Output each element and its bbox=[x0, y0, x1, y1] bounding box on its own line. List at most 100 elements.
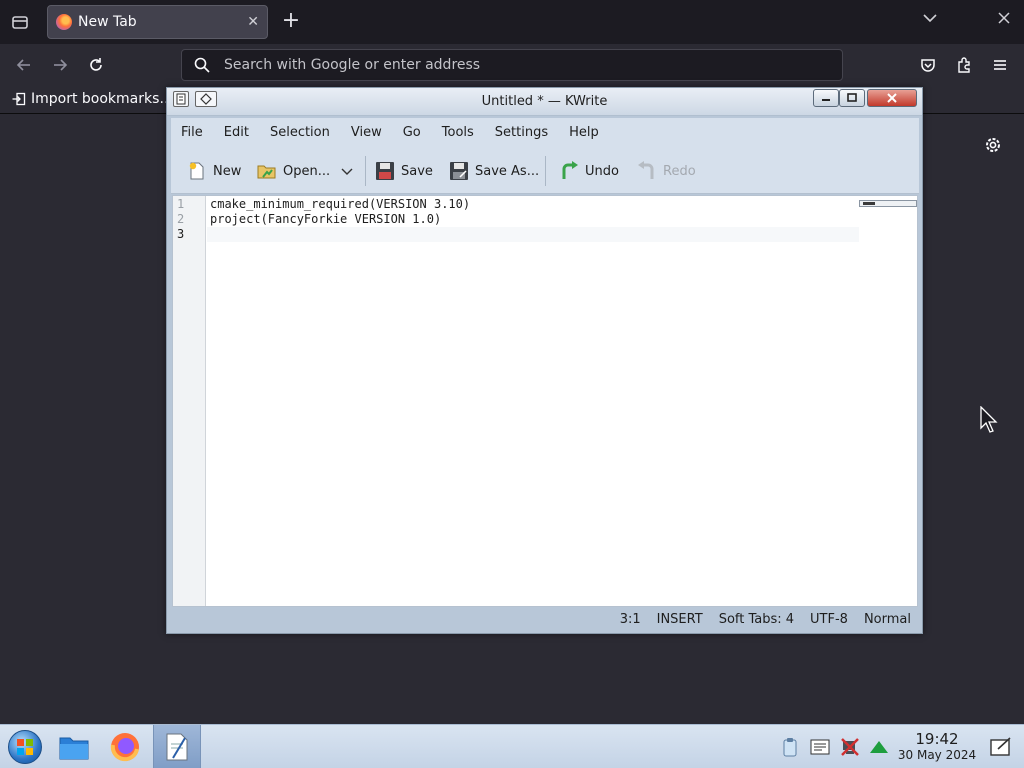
toolbar-separator bbox=[545, 156, 546, 186]
save-button[interactable]: Save bbox=[375, 158, 433, 184]
import-bookmarks-label: Import bookmarks… bbox=[31, 91, 174, 107]
input-mode[interactable]: Normal bbox=[864, 612, 911, 627]
notes-icon bbox=[810, 739, 830, 755]
undo-label: Undo bbox=[585, 163, 619, 179]
desktop-icon bbox=[990, 737, 1011, 756]
arrow-left-icon bbox=[16, 59, 30, 71]
toolbar-separator bbox=[365, 156, 366, 186]
open-button[interactable]: Open... bbox=[257, 158, 330, 184]
encoding[interactable]: UTF-8 bbox=[810, 612, 848, 627]
menu-view[interactable]: View bbox=[351, 125, 382, 140]
show-desktop-button[interactable] bbox=[989, 735, 1013, 759]
tray-notes[interactable] bbox=[810, 737, 830, 757]
redo-icon bbox=[637, 161, 657, 181]
undo-button[interactable]: Undo bbox=[559, 158, 619, 184]
extensions-button[interactable] bbox=[952, 53, 976, 77]
redo-label: Redo bbox=[663, 163, 696, 179]
app-menu-button[interactable] bbox=[988, 53, 1012, 77]
mouse-cursor-icon bbox=[980, 406, 998, 433]
minimize-button[interactable] bbox=[813, 89, 839, 107]
close-icon bbox=[887, 93, 897, 103]
minimap-marker bbox=[863, 202, 875, 205]
close-icon bbox=[998, 12, 1010, 24]
new-button[interactable]: New bbox=[187, 158, 241, 184]
new-label: New bbox=[213, 163, 242, 179]
line-number: 1 bbox=[177, 197, 185, 211]
maximize-icon bbox=[847, 93, 857, 102]
reload-icon bbox=[90, 58, 102, 71]
save-as-icon bbox=[449, 161, 469, 181]
open-folder-icon bbox=[257, 161, 277, 181]
edit-mode[interactable]: INSERT bbox=[657, 612, 703, 627]
open-label: Open... bbox=[283, 163, 331, 179]
menu-selection[interactable]: Selection bbox=[270, 125, 330, 140]
status-bar: 3:1 INSERT Soft Tabs: 4 UTF-8 Normal bbox=[171, 608, 919, 630]
open-recent-dropdown[interactable] bbox=[341, 158, 353, 184]
minimap-scrollbar[interactable] bbox=[859, 200, 917, 207]
close-button[interactable] bbox=[867, 89, 917, 107]
chevron-down-icon bbox=[341, 168, 353, 175]
tab-list-button[interactable] bbox=[8, 10, 32, 34]
list-all-tabs-button[interactable] bbox=[922, 10, 938, 30]
new-tab-button[interactable]: + bbox=[280, 10, 302, 34]
menu-settings[interactable]: Settings bbox=[495, 125, 548, 140]
clock[interactable]: 19:42 30 May 2024 bbox=[896, 731, 978, 763]
menu-file[interactable]: File bbox=[181, 125, 203, 140]
pocket-button[interactable] bbox=[916, 53, 940, 77]
tab-list-icon bbox=[12, 16, 28, 29]
new-document-icon bbox=[187, 161, 207, 181]
firefox-icon bbox=[56, 14, 72, 30]
chevron-down-icon bbox=[923, 14, 937, 23]
start-button[interactable] bbox=[8, 730, 42, 764]
browser-tab-bar: New Tab ✕ + bbox=[0, 0, 1024, 44]
close-tab-icon[interactable]: ✕ bbox=[247, 14, 259, 30]
clipboard-icon bbox=[783, 738, 797, 757]
code-line[interactable]: cmake_minimum_required(VERSION 3.10) bbox=[210, 197, 470, 211]
taskbar-kwrite[interactable] bbox=[153, 725, 201, 768]
taskbar: 19:42 30 May 2024 bbox=[0, 724, 1024, 768]
gear-icon bbox=[986, 138, 1000, 152]
kwrite-menubar: File Edit Selection View Go Tools Settin… bbox=[171, 118, 919, 146]
arrow-right-icon bbox=[54, 59, 68, 71]
reload-button[interactable] bbox=[84, 53, 108, 77]
window-close-button[interactable] bbox=[997, 10, 1011, 29]
redo-button[interactable]: Redo bbox=[637, 158, 696, 184]
tray-updates[interactable] bbox=[869, 737, 889, 757]
newtab-settings-button[interactable] bbox=[983, 135, 1003, 155]
menu-help[interactable]: Help bbox=[569, 125, 599, 140]
import-bookmarks-link[interactable]: Import bookmarks… bbox=[12, 91, 173, 107]
tray-clipboard[interactable] bbox=[780, 737, 800, 757]
tray-network[interactable] bbox=[840, 737, 860, 757]
clock-date: 30 May 2024 bbox=[897, 748, 977, 762]
line-number: 3 bbox=[177, 227, 185, 241]
save-as-label: Save As... bbox=[475, 163, 540, 179]
tab-title: New Tab bbox=[78, 14, 137, 30]
puzzle-icon bbox=[958, 57, 970, 73]
save-as-button[interactable]: Save As... bbox=[449, 158, 539, 184]
cursor-position[interactable]: 3:1 bbox=[620, 612, 641, 627]
text-editor[interactable]: 1 2 3 cmake_minimum_required(VERSION 3.1… bbox=[172, 195, 918, 607]
kwrite-titlebar[interactable]: Untitled * — KWrite bbox=[167, 88, 922, 116]
maximize-button[interactable] bbox=[839, 89, 865, 107]
folder-icon bbox=[59, 737, 89, 760]
browser-nav-bar: Search with Google or enter address bbox=[0, 44, 1024, 86]
windows-logo-icon bbox=[17, 739, 33, 755]
address-bar[interactable]: Search with Google or enter address bbox=[181, 49, 843, 81]
firefox-icon bbox=[110, 733, 139, 762]
window-title: Untitled * — KWrite bbox=[481, 94, 608, 109]
taskbar-file-manager[interactable] bbox=[50, 725, 98, 768]
menu-tools[interactable]: Tools bbox=[442, 125, 474, 140]
menu-go[interactable]: Go bbox=[403, 125, 421, 140]
back-button[interactable] bbox=[12, 53, 36, 77]
save-label: Save bbox=[401, 163, 433, 179]
code-line[interactable]: project(FancyForkie VERSION 1.0) bbox=[210, 212, 441, 226]
menu-edit[interactable]: Edit bbox=[224, 125, 249, 140]
kwrite-window: Untitled * — KWrite File Edit Selection … bbox=[166, 87, 923, 634]
taskbar-firefox[interactable] bbox=[101, 725, 149, 768]
network-disconnected-icon bbox=[841, 738, 859, 756]
current-line-highlight bbox=[207, 227, 859, 242]
arrow-up-icon bbox=[870, 741, 888, 753]
forward-button[interactable] bbox=[48, 53, 72, 77]
indentation-setting[interactable]: Soft Tabs: 4 bbox=[719, 612, 794, 627]
browser-tab-new-tab[interactable]: New Tab ✕ bbox=[47, 5, 268, 39]
